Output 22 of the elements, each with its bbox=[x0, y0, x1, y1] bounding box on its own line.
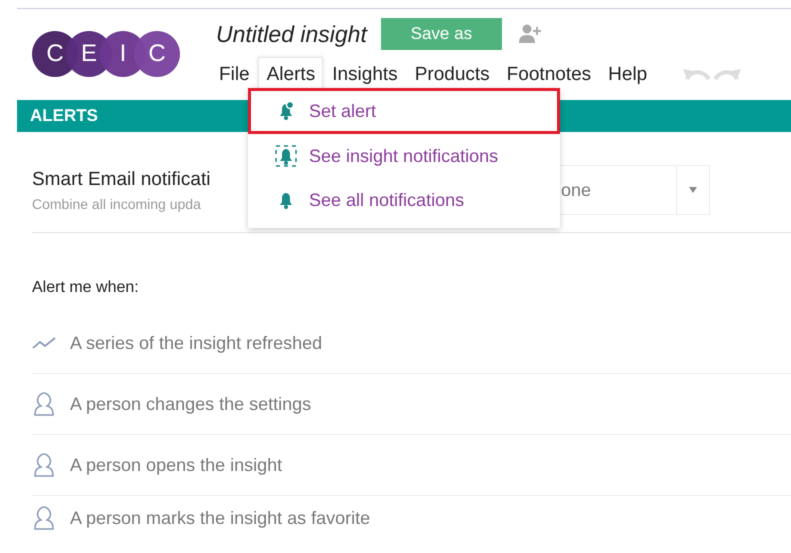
menu-item[interactable]: Alerts bbox=[258, 57, 324, 90]
setting-hint: Combine all incoming upda bbox=[32, 196, 201, 212]
menu-item[interactable]: Insights bbox=[323, 57, 406, 90]
dropdown-item[interactable]: Set alert bbox=[248, 88, 560, 134]
bell-icon bbox=[275, 145, 297, 167]
menu-item[interactable]: Help bbox=[599, 57, 656, 90]
ceic-logo: C E I C bbox=[32, 31, 180, 77]
alert-option[interactable]: A series of the insight refreshed bbox=[70, 332, 322, 354]
setting-label: Smart Email notificati bbox=[32, 168, 210, 190]
menu-item[interactable]: Footnotes bbox=[498, 57, 600, 90]
menu-item[interactable]: Products bbox=[406, 57, 498, 90]
person-icon bbox=[32, 392, 56, 416]
alert-option[interactable]: A person marks the insight as favorite bbox=[70, 508, 370, 528]
person-icon bbox=[32, 453, 56, 477]
section-heading: Alert me when: bbox=[32, 279, 140, 297]
insight-title: Untitled insight bbox=[216, 20, 367, 48]
alert-option[interactable]: A person opens the insight bbox=[70, 454, 282, 476]
line-chart-icon bbox=[32, 337, 56, 349]
add-user-icon[interactable] bbox=[518, 23, 542, 45]
person-icon bbox=[32, 506, 56, 530]
menu-item[interactable]: File bbox=[210, 57, 258, 90]
alert-option[interactable]: A person changes the settings bbox=[70, 394, 312, 414]
